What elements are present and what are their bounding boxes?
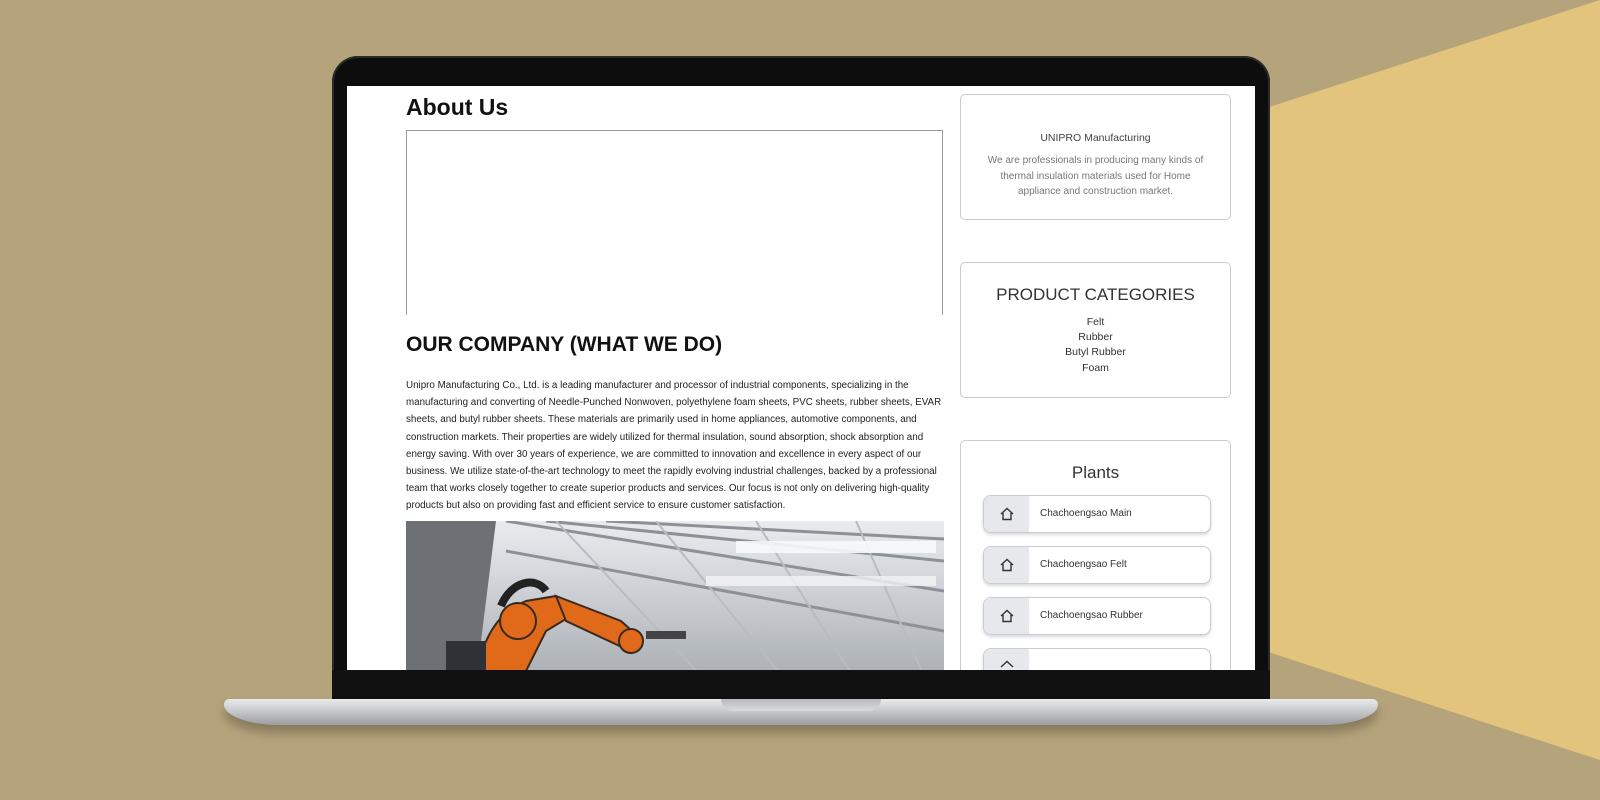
company-tagline: We are professionals in producing many k… [987,155,1204,197]
plant-button-rubber[interactable]: Chachoengsao Rubber [983,597,1211,635]
plant-button-partial[interactable] [983,648,1211,670]
laptop-screen: About Us OUR COMPANY (WHAT WE DO) Unipro… [347,86,1255,670]
laptop-notch [721,699,881,711]
category-link-rubber[interactable]: Rubber [961,330,1230,345]
category-link-felt[interactable]: Felt [961,315,1230,330]
category-link-foam[interactable]: Foam [961,361,1230,376]
plant-button-main[interactable]: Chachoengsao Main [983,495,1211,533]
section-heading: OUR COMPANY (WHAT WE DO) [406,333,723,356]
factory-home-icon [984,649,1029,670]
plants-title: Plants [1071,463,1120,482]
categories-list: Felt Rubber Butyl Rubber Foam [961,315,1230,376]
category-link-butyl-rubber[interactable]: Butyl Rubber [961,345,1230,360]
plant-label: Chachoengsao Rubber [1040,610,1143,621]
company-info-card: UNIPRO Manufacturing We are professional… [960,94,1231,220]
plant-button-felt[interactable]: Chachoengsao Felt [983,546,1211,584]
laptop-bezel [332,670,1270,702]
plants-card: Plants Chachoengsao Main Chachoengsao Fe… [960,440,1231,670]
product-categories-card: PRODUCT CATEGORIES Felt Rubber Butyl Rub… [960,262,1231,398]
factory-home-icon [984,547,1029,583]
factory-home-icon [984,598,1029,634]
categories-title: PRODUCT CATEGORIES [996,285,1195,304]
factory-home-icon [984,496,1029,532]
plant-label: Chachoengsao Felt [1040,559,1127,570]
plant-label: Chachoengsao Main [1040,508,1132,519]
embedded-video-frame[interactable] [406,130,943,315]
page-title: About Us [406,94,509,120]
company-name: UNIPRO Manufacturing [1040,132,1151,144]
factory-robot-image [406,521,944,670]
company-description: Unipro Manufacturing Co., Ltd. is a lead… [406,380,942,512]
